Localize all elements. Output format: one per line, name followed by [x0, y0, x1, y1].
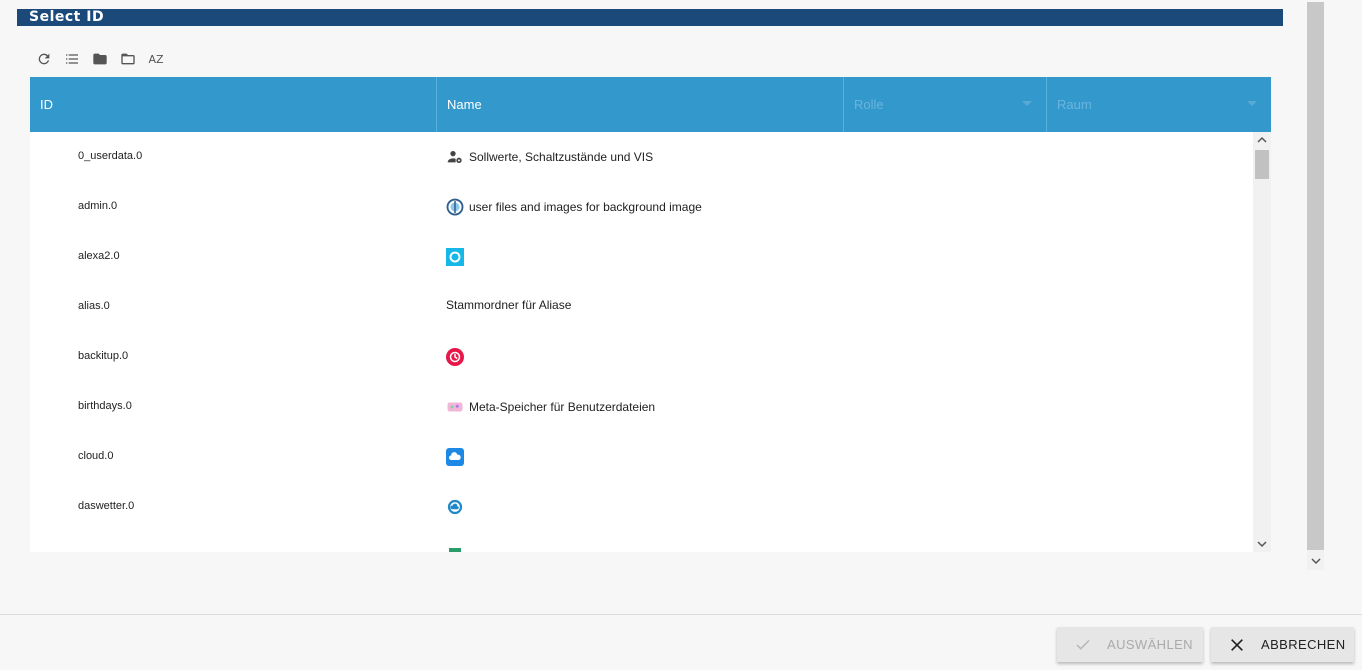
dialog-scrollbar[interactable]: [1307, 2, 1324, 570]
table-row[interactable]: birthdays.0 Meta-Speicher für Benutzerda…: [30, 382, 1252, 432]
row-name: user files and images for background ima…: [469, 200, 702, 214]
column-header-role[interactable]: Rolle: [844, 77, 1047, 132]
refresh-icon: [38, 53, 50, 65]
column-name-label: Name: [447, 97, 482, 112]
select-button[interactable]: AUSWÄHLEN: [1057, 627, 1203, 662]
check-icon: [1073, 635, 1093, 655]
row-name: Stammordner für Aliase: [446, 298, 572, 312]
row-id: daswetter.0: [78, 500, 135, 512]
chevron-up-icon[interactable]: [1253, 132, 1271, 148]
table-row[interactable]: cloud.0: [30, 432, 1252, 482]
table-row[interactable]: 0_userdata.0 Sollwerte, Schaltzustände u…: [30, 132, 1252, 182]
row-name: Meta-Speicher für Benutzerdateien: [469, 400, 656, 414]
dialog-title: Select ID: [17, 9, 1283, 26]
column-header-room[interactable]: Raum: [1047, 77, 1271, 132]
chevron-down-icon: [1022, 101, 1032, 106]
grid-header: ID Name Rolle Raum: [30, 77, 1271, 132]
scrollbar-thumb[interactable]: [1255, 150, 1269, 179]
row-id: alexa2.0: [78, 250, 120, 262]
weather-icon: [446, 498, 464, 516]
table-row[interactable]: alexa2.0: [30, 232, 1252, 282]
table-row[interactable]: backitup.0: [30, 332, 1252, 382]
table-row[interactable]: admin.0 user files and images for backgr…: [30, 182, 1252, 232]
scrollbar-thumb[interactable]: [1307, 2, 1324, 550]
row-id: admin.0: [78, 200, 118, 212]
refresh-button[interactable]: [30, 48, 58, 70]
column-room-label: Raum: [1057, 97, 1092, 112]
row-id: 0_userdata.0: [78, 150, 143, 162]
row-id: cloud.0: [78, 450, 114, 462]
list-icon: [66, 54, 78, 64]
chevron-down-icon: [1247, 101, 1257, 106]
object-list: 0_userdata.0 Sollwerte, Schaltzustände u…: [30, 132, 1271, 552]
row-id: alias.0: [78, 300, 110, 312]
row-name: Sollwerte, Schaltzustände und VIS: [469, 150, 654, 164]
expand-all-button[interactable]: [114, 48, 142, 70]
expand-list-button[interactable]: [58, 48, 86, 70]
select-button-label: AUSWÄHLEN: [1107, 637, 1193, 652]
collapse-all-button[interactable]: [86, 48, 114, 70]
row-id: birthdays.0: [78, 400, 132, 412]
table-row[interactable]: [30, 532, 1252, 552]
folder-closed-icon: [93, 53, 107, 65]
table-row[interactable]: alias.0 Stammordner für Aliase: [30, 282, 1252, 332]
close-icon: [1227, 635, 1247, 655]
birthdays-icon: [446, 398, 464, 416]
toolbar: AZ: [30, 48, 170, 70]
cloud-icon: [446, 448, 464, 466]
table-row[interactable]: daswetter.0: [30, 482, 1252, 532]
cancel-button-label: ABBRECHEN: [1261, 637, 1346, 652]
user-gear-icon: [446, 148, 464, 166]
alexa-icon: [446, 248, 464, 266]
column-header-id[interactable]: ID: [30, 77, 437, 132]
dialog-footer: AUSWÄHLEN ABBRECHEN: [0, 614, 1362, 670]
admin-logo-icon: [446, 198, 464, 216]
column-id-label: ID: [40, 97, 53, 112]
sort-az-button[interactable]: AZ: [142, 48, 170, 70]
chevron-down-icon[interactable]: [1253, 536, 1271, 552]
sort-az-icon: AZ: [148, 52, 164, 66]
backitup-icon: [446, 348, 464, 366]
folder-open-icon: [121, 53, 135, 65]
adapter-icon: [446, 548, 464, 552]
column-role-label: Rolle: [854, 97, 884, 112]
chevron-down-icon[interactable]: [1307, 552, 1324, 570]
row-id: backitup.0: [78, 350, 129, 362]
list-scrollbar[interactable]: [1253, 132, 1271, 552]
cancel-button[interactable]: ABBRECHEN: [1211, 627, 1354, 662]
column-header-name[interactable]: Name: [437, 77, 844, 132]
